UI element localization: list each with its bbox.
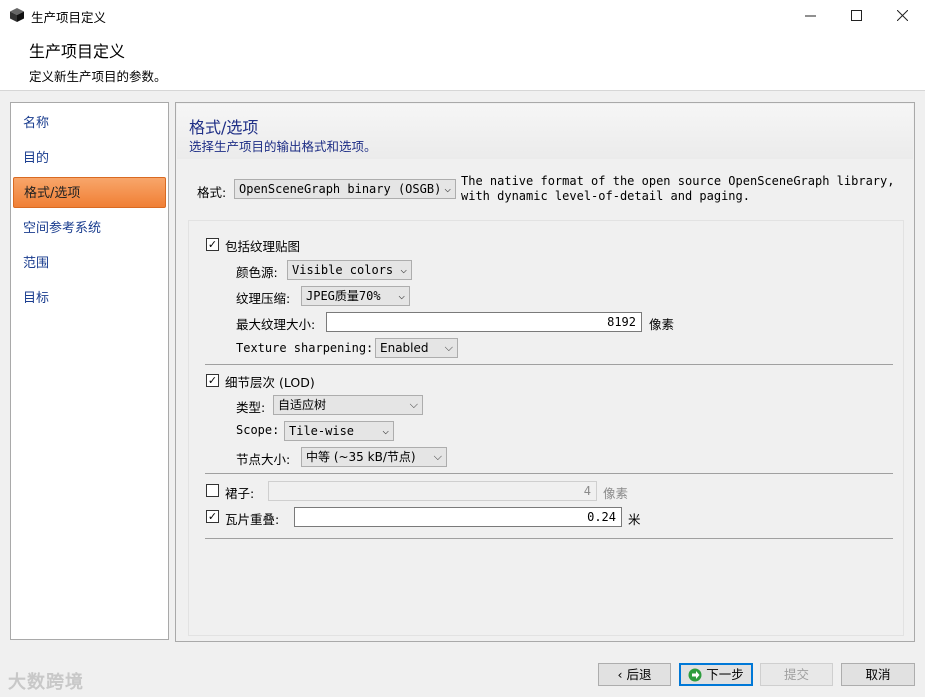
watermark: 大数跨境 [8,672,84,693]
include-textures-checkbox[interactable]: ✓ [206,238,219,251]
maximize-icon [850,9,862,21]
close-button[interactable] [879,0,925,30]
color-source-select[interactable]: Visible colors ⌵ [287,260,412,280]
format-label: 格式: [197,185,227,200]
texture-compression-label: 纹理压缩: [236,291,291,306]
chevron-down-icon: ⌵ [400,263,407,276]
app-cube-icon [10,8,24,22]
step-spatial-reference[interactable]: 空间参考系统 [13,213,166,244]
divider [205,364,893,365]
options-panel: 格式/选项 选择生产项目的输出格式和选项。 格式: OpenSceneGraph… [175,102,915,642]
check-icon: ✓ [207,510,218,523]
wizard-header: 生产项目定义 定义新生产项目的参数。 [0,30,925,91]
cancel-button[interactable]: 取消 [841,663,915,686]
step-destination[interactable]: 目标 [13,283,166,314]
texture-sharpening-label: Texture sharpening: [236,341,374,355]
chevron-down-icon: ⌵ [382,424,389,437]
color-source-value: Visible colors [292,263,394,277]
skirt-unit: 像素 [603,486,629,501]
chevron-down-icon: ⌵ [444,182,451,195]
tile-overlap-unit: 米 [628,512,641,527]
node-size-select[interactable]: 中等 (~35 kB/节点) ⌵ [301,447,447,467]
skirt-input[interactable]: 4 [268,481,597,501]
close-icon [896,9,908,21]
maximize-button[interactable] [833,0,879,30]
next-arrow-icon [688,668,702,681]
scope-value: Tile-wise [289,424,355,438]
texture-sharpening-value: Enabled [380,341,429,355]
submit-button[interactable]: 提交 [760,663,833,686]
check-icon: ✓ [207,374,218,387]
page-subtitle: 定义新生产项目的参数。 [29,69,167,84]
max-texture-size-input[interactable]: 8192 [326,312,642,332]
title-bar: 生产项目定义 [0,0,925,30]
chevron-down-icon: ⌵ [398,289,405,302]
check-icon: ✓ [207,238,218,251]
lod-checkbox[interactable]: ✓ [206,374,219,387]
minimize-button[interactable] [787,0,833,30]
node-size-value: 中等 (~35 kB/节点) [306,450,416,464]
skirt-checkbox[interactable] [206,484,219,497]
divider [205,538,893,539]
back-button[interactable]: ‹ 后退 [598,663,671,686]
back-label: 后退 [626,667,652,682]
section-title: 格式/选项 [189,118,259,137]
wizard-step-list: 名称 目的 格式/选项 空间参考系统 范围 目标 [10,102,169,640]
texture-compression-value: JPEG质量70% [306,289,381,303]
max-texture-size-unit: 像素 [649,317,675,332]
lod-label: 细节层次 (LOD) [225,375,315,390]
chevron-down-icon: ⌵ [433,450,442,463]
color-source-label: 颜色源: [236,265,278,280]
section-header: 格式/选项 选择生产项目的输出格式和选项。 [177,104,913,159]
max-texture-size-label: 最大纹理大小: [236,317,316,332]
tile-overlap-input[interactable]: 0.24 [294,507,622,527]
step-extent[interactable]: 范围 [13,248,166,279]
tile-overlap-label: 瓦片重叠: [225,512,280,527]
chevron-down-icon: ⌵ [409,398,418,411]
minimize-icon [804,15,816,16]
step-format-options[interactable]: 格式/选项 [13,177,166,208]
tile-overlap-checkbox[interactable]: ✓ [206,510,219,523]
scope-select[interactable]: Tile-wise ⌵ [284,421,394,441]
window-title: 生产项目定义 [31,10,107,25]
scope-label: Scope: [236,423,280,437]
lod-type-select[interactable]: 自适应树 ⌵ [273,395,423,415]
texture-sharpening-select[interactable]: Enabled ⌵ [375,338,458,358]
texture-compression-select[interactable]: JPEG质量70% ⌵ [301,286,410,306]
include-textures-label: 包括纹理贴图 [225,239,301,254]
skirt-label: 裙子: [225,486,255,501]
divider [205,473,893,474]
node-size-label: 节点大小: [236,452,291,467]
section-subtitle: 选择生产项目的输出格式和选项。 [189,139,377,154]
format-value: OpenSceneGraph binary (OSGB) [239,182,442,196]
format-description-line1: The native format of the open source Ope… [461,174,895,188]
page-title: 生产项目定义 [29,42,126,61]
step-purpose[interactable]: 目的 [13,143,166,174]
lod-type-label: 类型: [236,400,266,415]
step-name[interactable]: 名称 [13,108,166,139]
chevron-down-icon: ⌵ [444,341,453,354]
format-description-line2: with dynamic level-of-detail and paging. [461,189,750,203]
next-label: 下一步 [706,667,744,682]
format-select[interactable]: OpenSceneGraph binary (OSGB) ⌵ [234,179,456,199]
next-button[interactable]: 下一步 [679,663,753,686]
chevron-left-icon: ‹ [617,667,623,682]
lod-type-value: 自适应树 [278,398,327,412]
